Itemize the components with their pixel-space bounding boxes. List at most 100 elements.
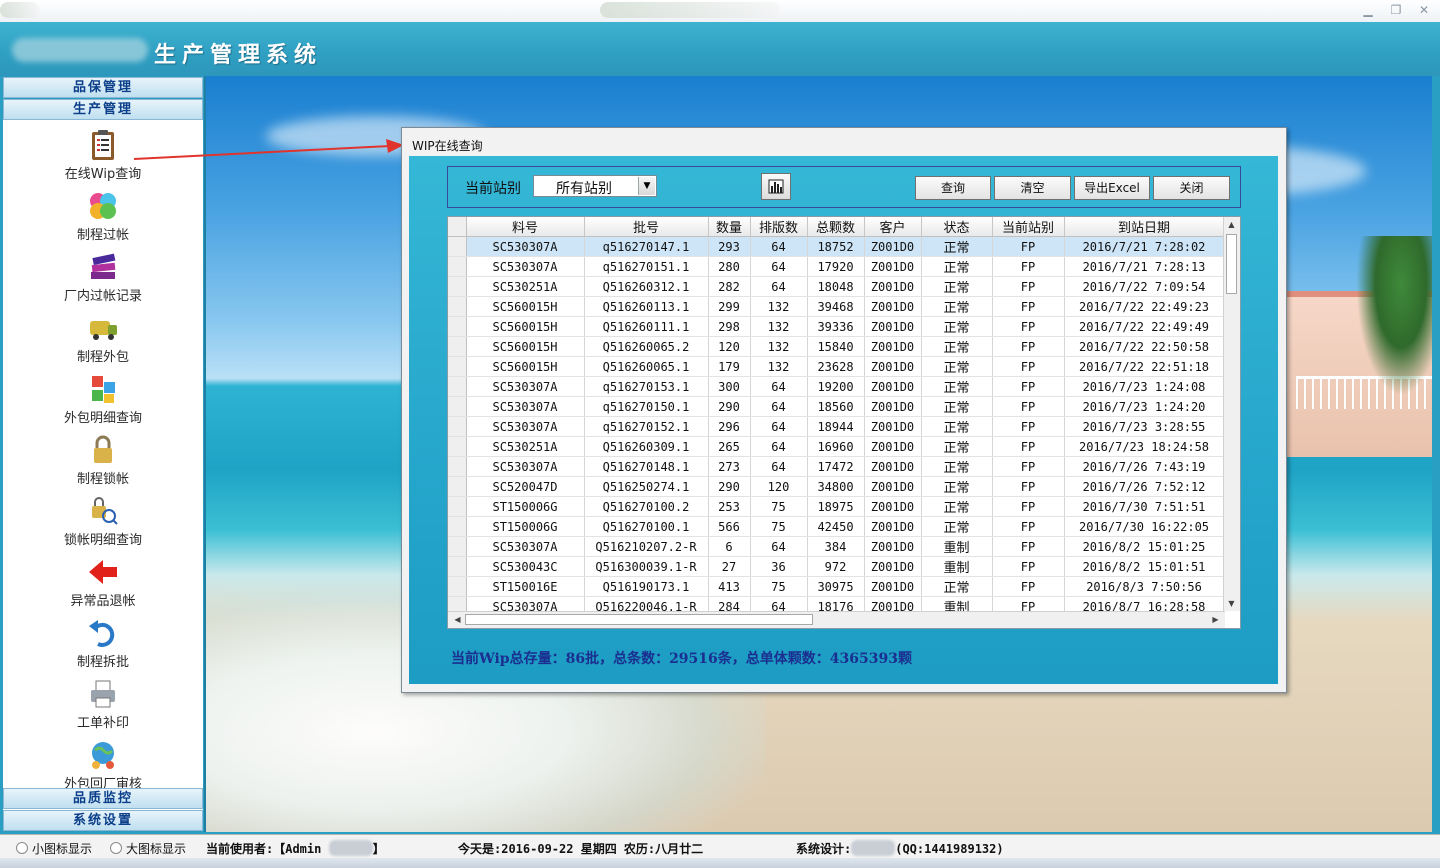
row-header[interactable] — [448, 276, 467, 297]
table-cell[interactable]: Z001D0 — [864, 316, 922, 337]
table-cell[interactable]: Q516270148.1 — [584, 456, 709, 477]
table-cell[interactable]: 2016/7/26 7:52:12 — [1064, 476, 1225, 497]
column-header[interactable]: 批号 — [584, 217, 709, 237]
row-header[interactable] — [448, 256, 467, 277]
table-cell[interactable]: 2016/7/21 7:28:13 — [1064, 256, 1225, 277]
column-header[interactable]: 排版数 — [750, 217, 808, 237]
table-cell[interactable]: FP — [992, 556, 1065, 577]
table-cell[interactable]: Q516270100.1 — [584, 516, 709, 537]
table-cell[interactable]: Q516190173.1 — [584, 576, 709, 597]
horizontal-scrollbar[interactable]: ◀ ▶ — [448, 611, 1225, 628]
table-cell[interactable]: 正常 — [921, 456, 993, 477]
table-cell[interactable]: SC530307A — [466, 256, 585, 277]
nav-item-online-wip-query[interactable]: 在线Wip查询 — [3, 124, 203, 184]
table-row[interactable]: SC530307A q516270151.1 280 64 17920 Z001D0 正常 F… — [448, 256, 1225, 277]
table-cell[interactable]: Q516270100.2 — [584, 496, 709, 517]
table-cell[interactable]: 132 — [750, 316, 808, 337]
table-cell[interactable]: Z001D0 — [864, 396, 922, 417]
table-cell[interactable]: FP — [992, 236, 1065, 257]
row-header[interactable] — [448, 236, 467, 257]
table-cell[interactable]: 正常 — [921, 436, 993, 457]
table-cell[interactable]: 正常 — [921, 376, 993, 397]
row-header[interactable] — [448, 336, 467, 357]
table-cell[interactable]: 15840 — [807, 336, 865, 357]
table-cell[interactable]: 2016/7/22 22:49:23 — [1064, 296, 1225, 317]
row-header[interactable] — [448, 416, 467, 437]
table-cell[interactable]: ST150006G — [466, 496, 585, 517]
table-cell[interactable]: SC530251A — [466, 276, 585, 297]
table-cell[interactable]: 重制 — [921, 536, 993, 557]
table-cell[interactable]: 2016/8/3 7:50:56 — [1064, 576, 1225, 597]
row-header[interactable] — [448, 356, 467, 377]
table-cell[interactable]: 2016/7/23 3:28:55 — [1064, 416, 1225, 437]
table-cell[interactable]: 36 — [750, 556, 808, 577]
table-row[interactable]: SC530307A q516270153.1 300 64 19200 Z001D0 正常 F… — [448, 376, 1225, 397]
table-cell[interactable]: Z001D0 — [864, 516, 922, 537]
table-cell[interactable]: 300 — [708, 376, 751, 397]
scroll-up-icon[interactable]: ▲ — [1224, 217, 1239, 232]
column-header[interactable]: 料号 — [466, 217, 585, 237]
table-cell[interactable]: 17920 — [807, 256, 865, 277]
table-row[interactable]: SC530251A Q516260309.1 265 64 16960 Z001D0 正常 F… — [448, 436, 1225, 457]
scroll-thumb[interactable] — [465, 614, 813, 625]
row-header[interactable] — [448, 316, 467, 337]
table-cell[interactable]: 39468 — [807, 296, 865, 317]
column-header[interactable]: 状态 — [921, 217, 993, 237]
table-cell[interactable]: SC530307A — [466, 376, 585, 397]
table-cell[interactable]: 18048 — [807, 276, 865, 297]
table-cell[interactable]: 64 — [750, 276, 808, 297]
table-cell[interactable]: 179 — [708, 356, 751, 377]
nav-section-quality-monitoring[interactable]: 品质监控 — [3, 788, 203, 809]
radio-button[interactable] — [16, 842, 28, 854]
table-row[interactable]: ST150006G Q516270100.2 253 75 18975 Z001D0 正常 F… — [448, 496, 1225, 517]
chevron-down-icon[interactable]: ▼ — [638, 177, 655, 195]
table-cell[interactable]: 6 — [708, 536, 751, 557]
table-cell[interactable]: FP — [992, 296, 1065, 317]
table-cell[interactable]: 64 — [750, 376, 808, 397]
table-cell[interactable]: 282 — [708, 276, 751, 297]
table-cell[interactable]: 正常 — [921, 296, 993, 317]
table-row[interactable]: SC560015H Q516260065.2 120 132 15840 Z001D0 正常… — [448, 336, 1225, 357]
table-cell[interactable]: 75 — [750, 576, 808, 597]
nav-item-process-lock[interactable]: 制程锁帐 — [3, 429, 203, 489]
table-cell[interactable]: FP — [992, 416, 1065, 437]
table-cell[interactable]: 293 — [708, 236, 751, 257]
table-row[interactable]: SC560015H Q516260065.1 179 132 23628 Z001D0 正常… — [448, 356, 1225, 377]
table-cell[interactable]: FP — [992, 396, 1065, 417]
table-cell[interactable]: SC530307A — [466, 536, 585, 557]
table-cell[interactable]: q516270153.1 — [584, 376, 709, 397]
row-header[interactable] — [448, 536, 467, 557]
nav-item-defective-return[interactable]: 异常品退帐 — [3, 551, 203, 611]
table-cell[interactable]: Z001D0 — [864, 296, 922, 317]
table-cell[interactable]: Z001D0 — [864, 276, 922, 297]
table-cell[interactable]: q516270151.1 — [584, 256, 709, 277]
table-cell[interactable]: 64 — [750, 236, 808, 257]
table-cell[interactable]: 64 — [750, 396, 808, 417]
table-cell[interactable]: 重制 — [921, 556, 993, 577]
nav-item-work-order-reprint[interactable]: 工单补印 — [3, 673, 203, 733]
row-header[interactable] — [448, 296, 467, 317]
table-cell[interactable]: 2016/7/22 22:50:58 — [1064, 336, 1225, 357]
table-cell[interactable]: SC560015H — [466, 336, 585, 357]
table-cell[interactable]: SC530307A — [466, 396, 585, 417]
table-cell[interactable]: Z001D0 — [864, 456, 922, 477]
table-cell[interactable]: 正常 — [921, 576, 993, 597]
table-cell[interactable]: Z001D0 — [864, 576, 922, 597]
table-cell[interactable]: Z001D0 — [864, 436, 922, 457]
table-cell[interactable]: Q516260111.1 — [584, 316, 709, 337]
table-cell[interactable]: 2016/7/30 7:51:51 — [1064, 496, 1225, 517]
table-cell[interactable]: 2016/7/30 16:22:05 — [1064, 516, 1225, 537]
column-header[interactable]: 客户 — [864, 217, 922, 237]
table-row[interactable]: SC530307A q516270150.1 290 64 18560 Z001D0 正常 F… — [448, 396, 1225, 417]
large-icon-option[interactable]: 大图标显示 — [110, 840, 186, 857]
table-cell[interactable]: Z001D0 — [864, 416, 922, 437]
row-header[interactable] — [448, 496, 467, 517]
table-cell[interactable]: 27 — [708, 556, 751, 577]
column-header[interactable]: 总颗数 — [807, 217, 865, 237]
small-icon-option[interactable]: 小图标显示 — [16, 840, 92, 857]
table-cell[interactable]: 17472 — [807, 456, 865, 477]
table-cell[interactable]: 280 — [708, 256, 751, 277]
table-cell[interactable]: 正常 — [921, 396, 993, 417]
table-cell[interactable]: 132 — [750, 356, 808, 377]
row-header[interactable] — [448, 556, 467, 577]
